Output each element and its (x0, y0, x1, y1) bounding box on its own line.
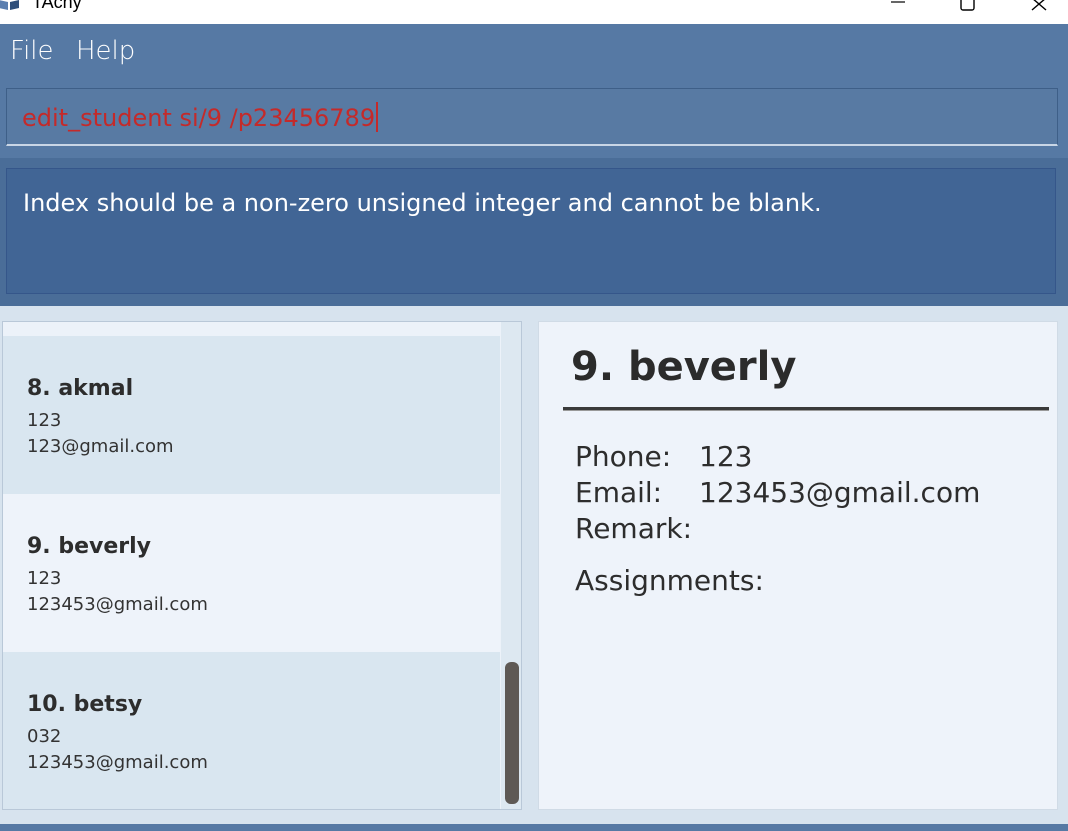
minimize-icon (891, 1, 905, 3)
detail-title: 9. beverly (571, 344, 797, 390)
list-scrollbar-thumb[interactable] (505, 662, 519, 804)
menu-help[interactable]: Help (76, 36, 135, 66)
student-email: 123@gmail.com (27, 436, 174, 457)
assignments-label: Assignments: (575, 564, 764, 597)
list-item[interactable]: 8. akmal 123 123@gmail.com (3, 336, 500, 494)
maximize-button[interactable] (942, 0, 992, 20)
menu-file[interactable]: File (10, 36, 54, 66)
email-label: Email: (575, 476, 663, 509)
student-phone: 123 (27, 410, 62, 431)
menu-bar: File Help (0, 24, 1068, 78)
list-item[interactable]: 10. betsy 032 123453@gmail.com (3, 652, 500, 809)
student-email: 123453@gmail.com (27, 752, 208, 773)
detail-divider (563, 407, 1049, 411)
window-title: TAchy (32, 0, 82, 12)
student-phone: 123 (27, 568, 62, 589)
close-icon (1031, 0, 1047, 11)
result-area: Index should be a non-zero unsigned inte… (0, 158, 1068, 306)
result-display[interactable]: Index should be a non-zero unsigned inte… (6, 168, 1056, 294)
student-name: 9. beverly (27, 534, 151, 559)
maximize-icon (960, 0, 975, 11)
remark-label: Remark: (575, 512, 693, 545)
list-item[interactable]: 9. beverly 123 123453@gmail.com (3, 494, 500, 652)
student-list-panel[interactable]: 8. akmal 123 123@gmail.com 9. beverly 12… (2, 321, 522, 810)
student-name: 10. betsy (27, 692, 143, 717)
command-input[interactable]: edit_student si/9 /p23456789 (6, 88, 1058, 146)
phone-label: Phone: (575, 440, 672, 473)
book-icon (0, 0, 19, 10)
close-button[interactable] (1012, 0, 1062, 20)
status-bar (0, 824, 1068, 831)
student-phone: 032 (27, 726, 62, 747)
email-value: 123453@gmail.com (699, 476, 981, 509)
student-name: 8. akmal (27, 376, 134, 401)
command-area: edit_student si/9 /p23456789 (0, 78, 1068, 158)
student-email: 123453@gmail.com (27, 594, 208, 615)
window-titlebar: TAchy (0, 0, 1068, 24)
student-detail-panel: 9. beverly Phone: 123 Email: 123453@gmai… (538, 321, 1058, 810)
minimize-button[interactable] (872, 0, 922, 20)
phone-value: 123 (699, 440, 753, 473)
command-input-text: edit_student si/9 /p23456789 (22, 104, 376, 132)
result-message: Index should be a non-zero unsigned inte… (23, 189, 822, 217)
text-caret (376, 102, 379, 132)
